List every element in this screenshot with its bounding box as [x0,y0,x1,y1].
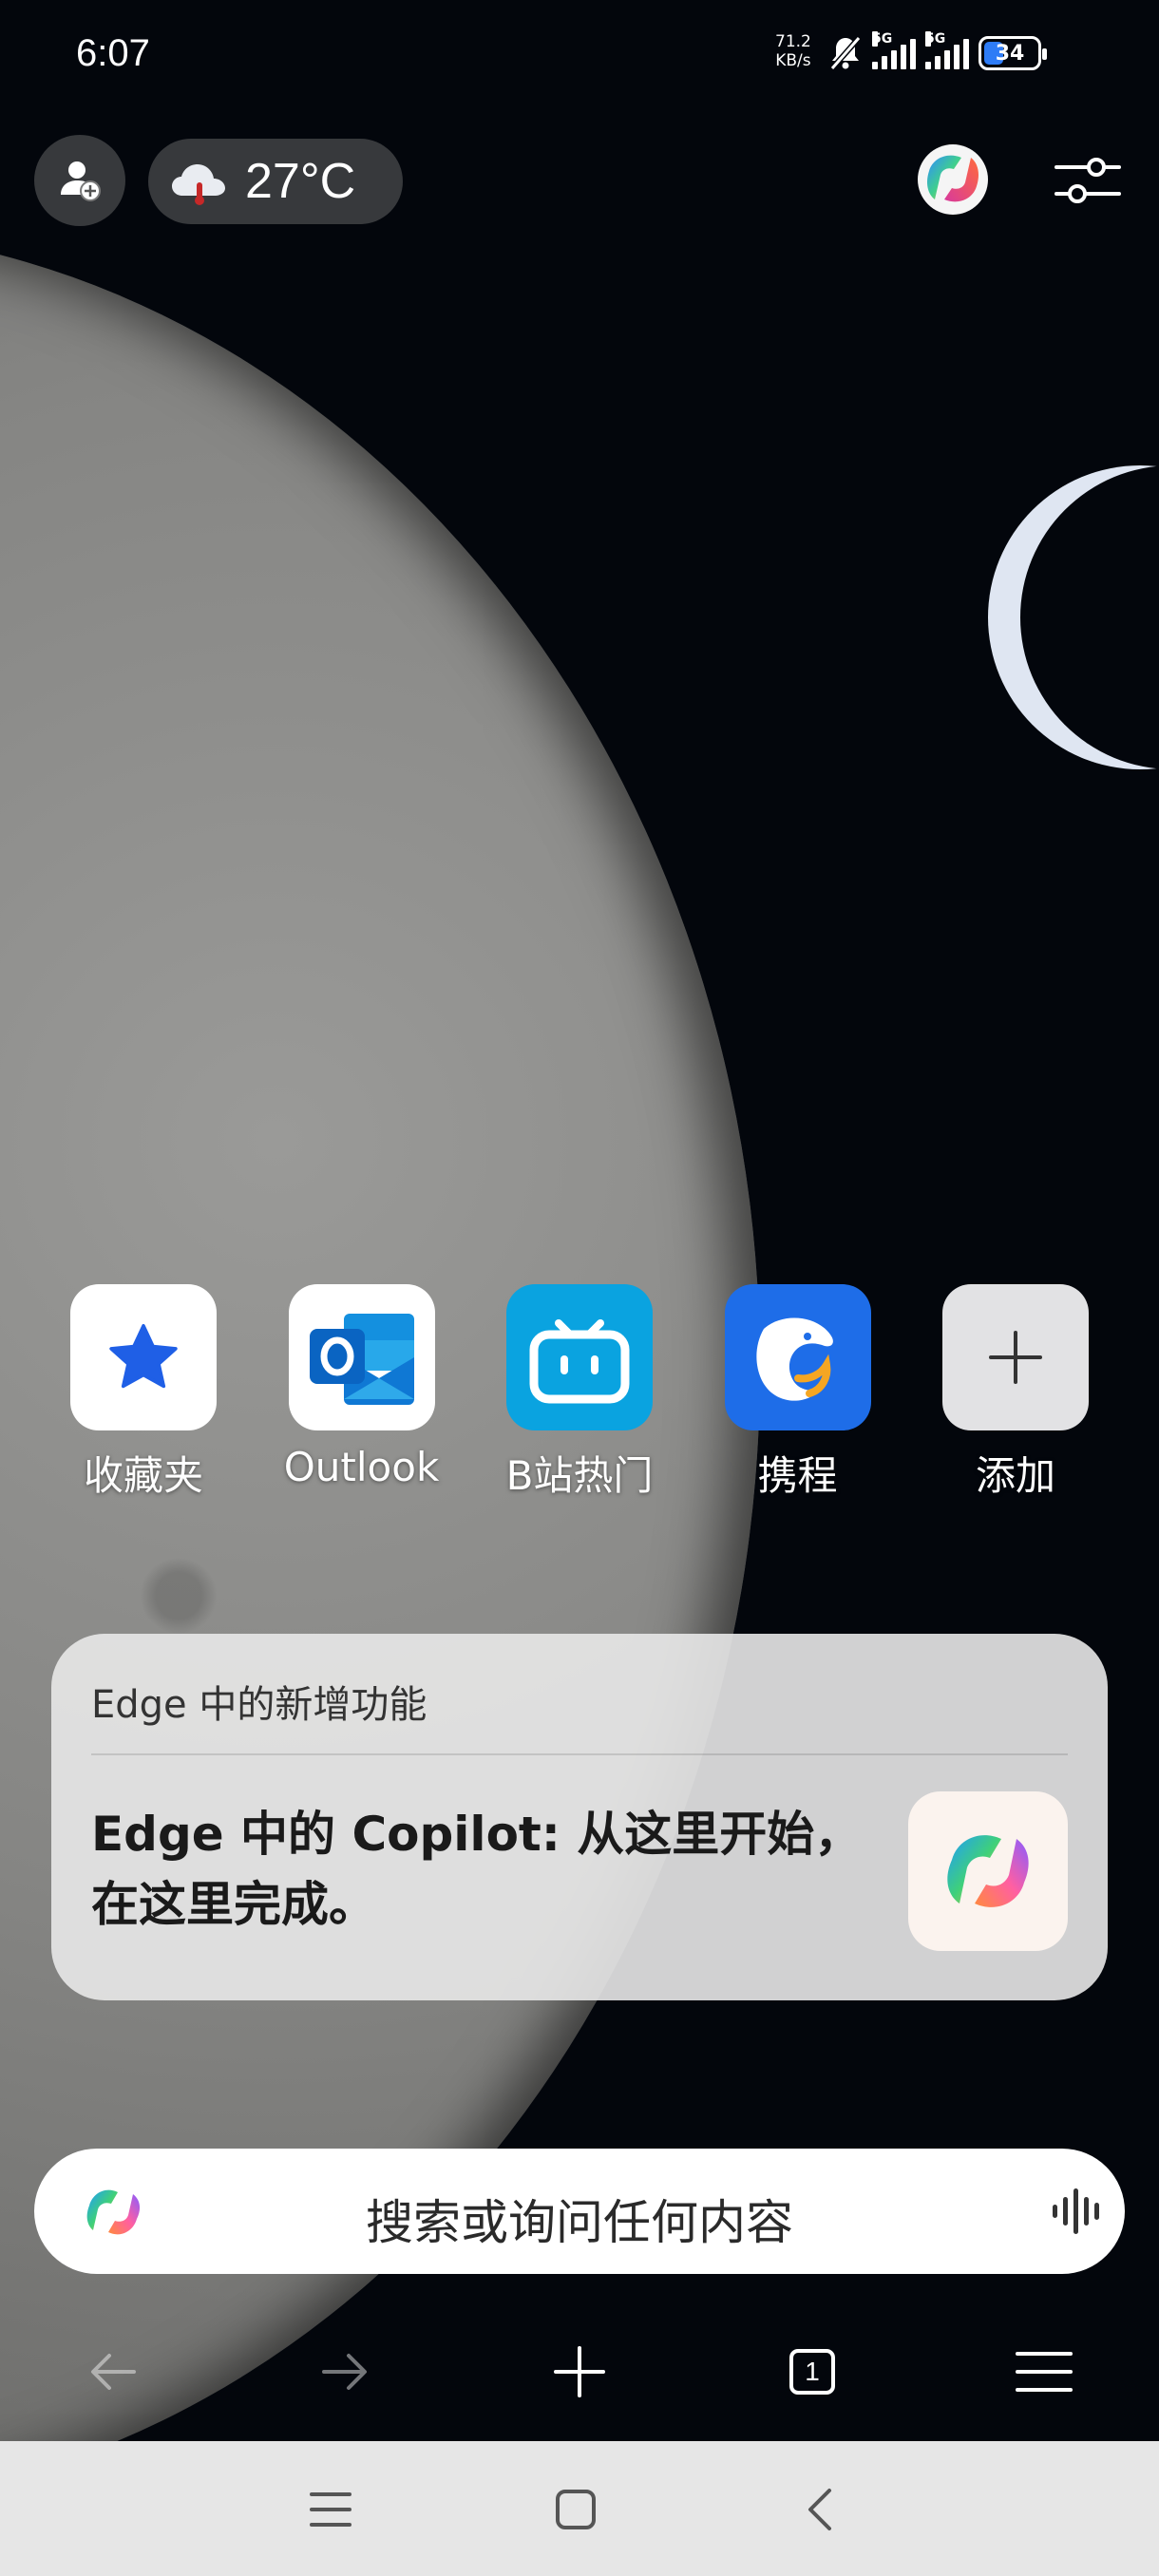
quick-link-add[interactable]: 添加 [925,1284,1106,1502]
copilot-logo-icon[interactable] [916,142,990,217]
quick-link-label: 收藏夹 [83,1452,203,1499]
outlook-icon [309,1314,414,1405]
whats-new-card[interactable]: Edge 中的新增功能 Edge 中的 Copilot: 从这里开始，在这里完成… [51,1634,1108,2000]
card-title: Edge 中的 Copilot: 从这里开始，在这里完成。 [91,1807,863,1932]
tab-count: 1 [789,2349,835,2395]
network-speed-value: 71.2 [775,32,811,51]
status-bar: 6:07 71.2 KB/s 5G 5G 34 [0,0,1159,114]
add-profile-icon [61,161,101,201]
quick-link-tile[interactable] [506,1284,653,1430]
quick-link-tile[interactable] [942,1284,1089,1430]
wallpaper [0,0,1159,2441]
quick-link-label: 添加 [975,1452,1055,1499]
copilot-logo-icon [947,1835,1029,1907]
chevron-left-icon [808,2489,831,2530]
new-tab-button[interactable] [546,2339,613,2405]
home-button[interactable] [545,2479,606,2540]
hamburger-menu-icon [1016,2352,1073,2392]
quick-link-label: B站热门 [505,1452,654,1499]
network-speed: 71.2 KB/s [775,32,811,70]
quick-link-tile[interactable] [724,1284,871,1430]
quick-links: 收藏夹 Outlook B站热门 携程 添加 [53,1284,1106,1502]
system-back-button[interactable] [788,2479,849,2540]
search-input[interactable]: 搜索或询问任何内容 [34,2185,1125,2253]
recent-apps-button[interactable] [300,2479,361,2540]
battery-level: 34 [995,41,1025,66]
page-settings-icon[interactable] [1054,152,1121,209]
quick-link-tile[interactable] [70,1284,217,1430]
sim2-network-type: 5G [925,31,946,47]
star-icon [109,1324,178,1389]
quick-link-outlook[interactable]: Outlook [272,1284,452,1502]
card-divider [91,1753,1068,1755]
sim2-signal-icon: 5G [925,31,969,69]
bell-muted-icon [829,36,862,70]
cloudy-hot-weather-icon [172,164,225,205]
quick-link-ctrip[interactable]: 携程 [708,1284,888,1502]
menu-button[interactable] [1011,2339,1077,2405]
card-thumbnail [908,1791,1068,1951]
arrow-left-icon [91,2354,136,2390]
forward-button[interactable] [312,2339,378,2405]
quick-link-label: Outlook [283,1444,440,1490]
plus-icon [989,1331,1042,1384]
card-heading: Edge 中的新增功能 [91,1683,428,1727]
voice-input-icon[interactable] [1053,2187,1104,2236]
earth-crescent-image [988,465,1159,769]
profile-button[interactable] [34,135,125,226]
status-icons: 5G 5G 34 [828,31,1047,74]
weather-temperature: 27°C [245,154,356,209]
browser-toolbar: 1 [0,2318,1159,2422]
search-bar[interactable]: 搜索或询问任何内容 [34,2149,1125,2274]
dolphin-icon [755,1317,833,1401]
plus-icon [554,2346,605,2397]
back-button[interactable] [80,2339,146,2405]
arrow-right-icon [322,2354,367,2390]
system-navigation-bar [0,2441,1159,2576]
network-speed-unit: KB/s [775,51,811,70]
recents-icon [310,2492,352,2527]
battery-icon: 34 [978,36,1047,70]
quick-link-label: 携程 [757,1452,838,1499]
sim1-signal-icon: 5G [872,31,916,69]
tabs-button[interactable]: 1 [779,2339,846,2405]
home-square-icon [556,2490,596,2529]
bilibili-tv-icon [529,1319,630,1404]
status-time: 6:07 [76,32,150,74]
quick-link-favorites[interactable]: 收藏夹 [53,1284,234,1502]
quick-link-tile[interactable] [288,1284,435,1430]
weather-widget[interactable]: 27°C [148,139,403,224]
quick-link-bilibili[interactable]: B站热门 [489,1284,670,1502]
sim1-network-type: 5G [872,31,893,47]
